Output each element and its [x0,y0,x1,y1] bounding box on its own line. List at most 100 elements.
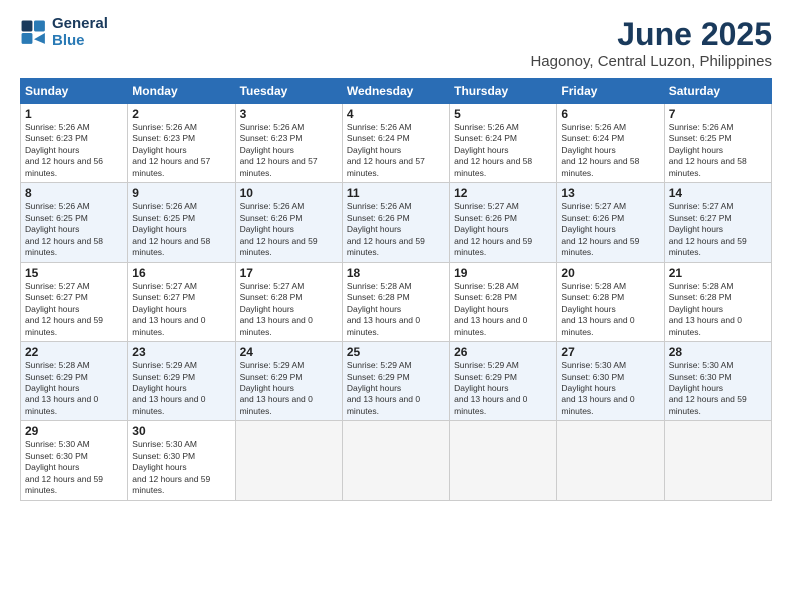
cell-text: Sunrise: 5:28 AM Sunset: 6:28 PM Dayligh… [561,281,659,338]
calendar-week-row: 8 Sunrise: 5:26 AM Sunset: 6:25 PM Dayli… [21,183,772,262]
cell-text: Sunrise: 5:30 AM Sunset: 6:30 PM Dayligh… [132,439,230,496]
calendar-cell: 26 Sunrise: 5:29 AM Sunset: 6:29 PM Dayl… [450,342,557,421]
calendar-cell: 6 Sunrise: 5:26 AM Sunset: 6:24 PM Dayli… [557,104,664,183]
day-number: 15 [25,266,123,280]
day-number: 3 [240,107,338,121]
header: General Blue June 2025 Hagonoy, Central … [20,16,772,70]
page: General Blue June 2025 Hagonoy, Central … [0,0,792,612]
day-number: 21 [669,266,767,280]
day-number: 4 [347,107,445,121]
calendar-subtitle: Hagonoy, Central Luzon, Philippines [530,53,772,70]
calendar-cell: 1 Sunrise: 5:26 AM Sunset: 6:23 PM Dayli… [21,104,128,183]
cell-text: Sunrise: 5:26 AM Sunset: 6:24 PM Dayligh… [347,122,445,179]
day-number: 12 [454,186,552,200]
cell-text: Sunrise: 5:26 AM Sunset: 6:23 PM Dayligh… [25,122,123,179]
cell-text: Sunrise: 5:27 AM Sunset: 6:27 PM Dayligh… [132,281,230,338]
title-block: June 2025 Hagonoy, Central Luzon, Philip… [530,16,772,70]
day-number: 20 [561,266,659,280]
cell-text: Sunrise: 5:27 AM Sunset: 6:28 PM Dayligh… [240,281,338,338]
col-sunday: Sunday [21,79,128,104]
logo-text: General Blue [52,16,108,49]
calendar-cell: 2 Sunrise: 5:26 AM Sunset: 6:23 PM Dayli… [128,104,235,183]
cell-text: Sunrise: 5:27 AM Sunset: 6:26 PM Dayligh… [454,201,552,258]
day-number: 8 [25,186,123,200]
header-row: Sunday Monday Tuesday Wednesday Thursday… [21,79,772,104]
calendar-week-row: 29 Sunrise: 5:30 AM Sunset: 6:30 PM Dayl… [21,421,772,500]
day-number: 24 [240,345,338,359]
calendar-cell: 28 Sunrise: 5:30 AM Sunset: 6:30 PM Dayl… [664,342,771,421]
cell-text: Sunrise: 5:27 AM Sunset: 6:27 PM Dayligh… [669,201,767,258]
calendar-cell: 3 Sunrise: 5:26 AM Sunset: 6:23 PM Dayli… [235,104,342,183]
cell-text: Sunrise: 5:28 AM Sunset: 6:28 PM Dayligh… [347,281,445,338]
day-number: 13 [561,186,659,200]
calendar-cell: 16 Sunrise: 5:27 AM Sunset: 6:27 PM Dayl… [128,262,235,341]
calendar-week-row: 15 Sunrise: 5:27 AM Sunset: 6:27 PM Dayl… [21,262,772,341]
calendar-cell: 8 Sunrise: 5:26 AM Sunset: 6:25 PM Dayli… [21,183,128,262]
cell-text: Sunrise: 5:29 AM Sunset: 6:29 PM Dayligh… [132,360,230,417]
day-number: 19 [454,266,552,280]
cell-text: Sunrise: 5:29 AM Sunset: 6:29 PM Dayligh… [347,360,445,417]
cell-text: Sunrise: 5:26 AM Sunset: 6:23 PM Dayligh… [132,122,230,179]
cell-text: Sunrise: 5:27 AM Sunset: 6:26 PM Dayligh… [561,201,659,258]
calendar-cell [450,421,557,500]
cell-text: Sunrise: 5:28 AM Sunset: 6:29 PM Dayligh… [25,360,123,417]
calendar-cell: 7 Sunrise: 5:26 AM Sunset: 6:25 PM Dayli… [664,104,771,183]
logo: General Blue [20,16,108,49]
logo-icon [20,19,48,47]
day-number: 23 [132,345,230,359]
calendar-cell: 14 Sunrise: 5:27 AM Sunset: 6:27 PM Dayl… [664,183,771,262]
calendar-cell: 17 Sunrise: 5:27 AM Sunset: 6:28 PM Dayl… [235,262,342,341]
day-number: 6 [561,107,659,121]
cell-text: Sunrise: 5:26 AM Sunset: 6:23 PM Dayligh… [240,122,338,179]
calendar-cell: 4 Sunrise: 5:26 AM Sunset: 6:24 PM Dayli… [342,104,449,183]
cell-text: Sunrise: 5:30 AM Sunset: 6:30 PM Dayligh… [25,439,123,496]
calendar-cell: 9 Sunrise: 5:26 AM Sunset: 6:25 PM Dayli… [128,183,235,262]
day-number: 22 [25,345,123,359]
cell-text: Sunrise: 5:26 AM Sunset: 6:25 PM Dayligh… [25,201,123,258]
day-number: 25 [347,345,445,359]
calendar-cell: 19 Sunrise: 5:28 AM Sunset: 6:28 PM Dayl… [450,262,557,341]
calendar-cell [342,421,449,500]
cell-text: Sunrise: 5:29 AM Sunset: 6:29 PM Dayligh… [240,360,338,417]
cell-text: Sunrise: 5:28 AM Sunset: 6:28 PM Dayligh… [454,281,552,338]
day-number: 18 [347,266,445,280]
cell-text: Sunrise: 5:26 AM Sunset: 6:26 PM Dayligh… [347,201,445,258]
calendar-body: 1 Sunrise: 5:26 AM Sunset: 6:23 PM Dayli… [21,104,772,501]
day-number: 16 [132,266,230,280]
calendar-cell: 18 Sunrise: 5:28 AM Sunset: 6:28 PM Dayl… [342,262,449,341]
cell-text: Sunrise: 5:26 AM Sunset: 6:24 PM Dayligh… [561,122,659,179]
calendar-cell: 5 Sunrise: 5:26 AM Sunset: 6:24 PM Dayli… [450,104,557,183]
calendar-cell: 10 Sunrise: 5:26 AM Sunset: 6:26 PM Dayl… [235,183,342,262]
day-number: 9 [132,186,230,200]
calendar-cell [664,421,771,500]
cell-text: Sunrise: 5:29 AM Sunset: 6:29 PM Dayligh… [454,360,552,417]
day-number: 7 [669,107,767,121]
col-saturday: Saturday [664,79,771,104]
day-number: 1 [25,107,123,121]
cell-text: Sunrise: 5:26 AM Sunset: 6:25 PM Dayligh… [669,122,767,179]
cell-text: Sunrise: 5:30 AM Sunset: 6:30 PM Dayligh… [561,360,659,417]
calendar-cell: 30 Sunrise: 5:30 AM Sunset: 6:30 PM Dayl… [128,421,235,500]
calendar-cell: 23 Sunrise: 5:29 AM Sunset: 6:29 PM Dayl… [128,342,235,421]
calendar-cell: 25 Sunrise: 5:29 AM Sunset: 6:29 PM Dayl… [342,342,449,421]
day-number: 10 [240,186,338,200]
calendar-table: Sunday Monday Tuesday Wednesday Thursday… [20,78,772,501]
cell-text: Sunrise: 5:26 AM Sunset: 6:24 PM Dayligh… [454,122,552,179]
cell-text: Sunrise: 5:30 AM Sunset: 6:30 PM Dayligh… [669,360,767,417]
day-number: 14 [669,186,767,200]
day-number: 2 [132,107,230,121]
calendar-cell: 11 Sunrise: 5:26 AM Sunset: 6:26 PM Dayl… [342,183,449,262]
day-number: 17 [240,266,338,280]
calendar-cell: 12 Sunrise: 5:27 AM Sunset: 6:26 PM Dayl… [450,183,557,262]
calendar-title: June 2025 [530,16,772,53]
calendar-cell [235,421,342,500]
col-wednesday: Wednesday [342,79,449,104]
cell-text: Sunrise: 5:28 AM Sunset: 6:28 PM Dayligh… [669,281,767,338]
day-number: 27 [561,345,659,359]
col-monday: Monday [128,79,235,104]
calendar-cell: 22 Sunrise: 5:28 AM Sunset: 6:29 PM Dayl… [21,342,128,421]
calendar-cell: 27 Sunrise: 5:30 AM Sunset: 6:30 PM Dayl… [557,342,664,421]
day-number: 30 [132,424,230,438]
cell-text: Sunrise: 5:26 AM Sunset: 6:25 PM Dayligh… [132,201,230,258]
col-tuesday: Tuesday [235,79,342,104]
